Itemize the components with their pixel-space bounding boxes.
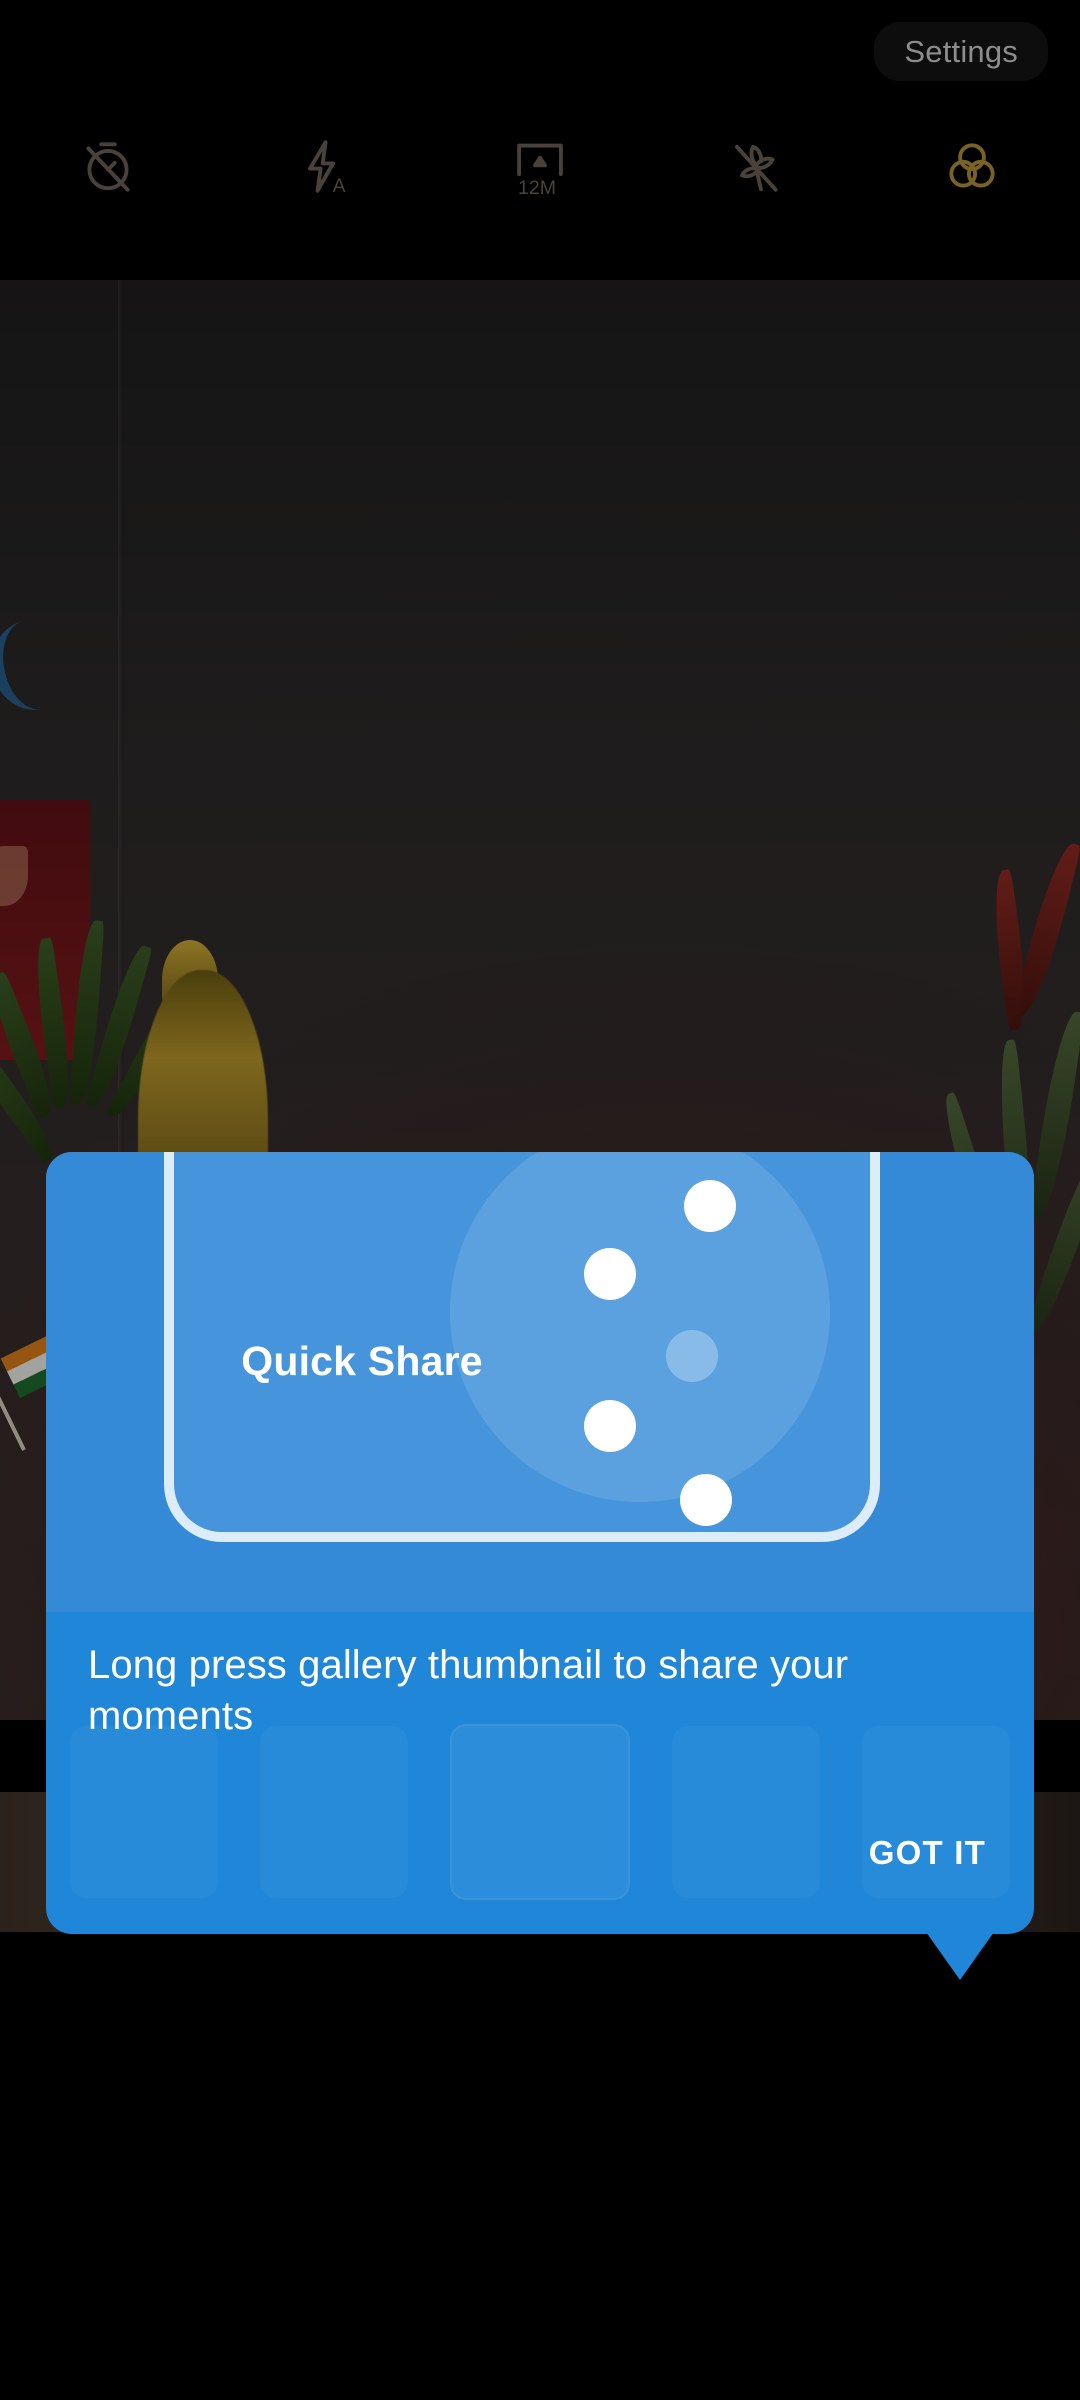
filters-button[interactable]	[864, 122, 1080, 212]
macro-off-icon	[734, 144, 778, 192]
illustration-dot-muted	[666, 1330, 718, 1382]
phone-screen: Settings A 12M Quick Share Long press ga…	[0, 0, 1080, 2400]
timer-off-icon	[86, 142, 130, 192]
resolution-button[interactable]: 12M	[432, 122, 648, 212]
timer-off-button[interactable]	[0, 122, 216, 212]
illustration-dot	[584, 1400, 636, 1452]
coachmark-body-text: Long press gallery thumbnail to share yo…	[88, 1643, 849, 1739]
svg-text:12M: 12M	[518, 177, 556, 199]
quick-share-coachmark: Quick Share Long press gallery thumbnail…	[46, 1152, 1034, 1980]
illustration-dot	[684, 1180, 736, 1232]
illustration-dot	[680, 1474, 732, 1526]
flash-auto-button[interactable]: A	[216, 122, 432, 212]
coachmark-card: Quick Share Long press gallery thumbnail…	[46, 1152, 1034, 1934]
illustration-dot	[584, 1248, 636, 1300]
macro-off-button[interactable]	[648, 122, 864, 212]
coachmark-illustration: Quick Share	[46, 1152, 1034, 1612]
camera-bottom-bar	[0, 1932, 1080, 2400]
resolution-icon: 12M	[517, 143, 563, 199]
coachmark-got-it-button[interactable]: GOT IT	[863, 1826, 992, 1880]
svg-text:A: A	[333, 176, 346, 197]
coachmark-pointer-tail	[926, 1932, 994, 1980]
coachmark-illustration-title: Quick Share	[241, 1338, 483, 1384]
filters-icon	[949, 143, 995, 188]
settings-button[interactable]: Settings	[874, 22, 1048, 81]
camera-quick-settings-row: A 12M	[0, 122, 1080, 212]
flash-auto-icon: A	[308, 140, 346, 197]
camera-top-bar: Settings A 12M	[0, 0, 1080, 280]
